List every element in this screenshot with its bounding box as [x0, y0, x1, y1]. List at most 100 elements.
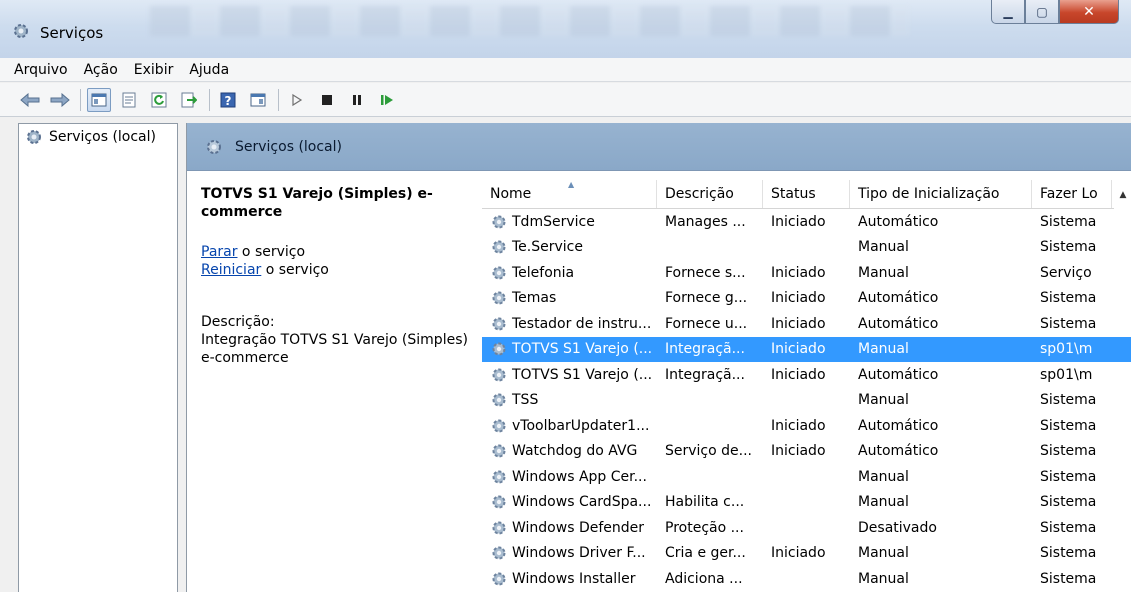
start-service-button[interactable] [285, 88, 309, 112]
show-action-pane-button[interactable] [246, 88, 270, 112]
column-header-name[interactable]: ▲ Nome [482, 180, 657, 208]
table-row[interactable]: TdmService Manages ... Iniciado Automáti… [482, 209, 1131, 235]
help-button[interactable]: ? [216, 88, 240, 112]
description-text: Integração TOTVS S1 Varejo (Simples) e-c… [201, 332, 468, 366]
table-row[interactable]: Windows Driver F... Cria e ger... Inicia… [482, 541, 1131, 567]
column-header-label: Tipo de Inicialização [858, 186, 1000, 202]
table-row[interactable]: Windows CardSpa... Habilita c... Manual … [482, 490, 1131, 516]
back-button[interactable] [18, 88, 42, 112]
service-logon-cell: Sistema [1040, 213, 1097, 230]
stop-service-button[interactable] [315, 88, 339, 112]
service-logon-cell: Sistema [1040, 468, 1097, 485]
service-startup-cell: Manual [858, 392, 909, 409]
service-description-cell: Habilita c... [665, 494, 745, 511]
window-controls: ▁ ▢ ✕ [991, 0, 1119, 40]
service-name-cell: Windows CardSpa... [482, 493, 657, 511]
table-row[interactable]: Telefonia Fornece s... Iniciado Manual S… [482, 260, 1131, 286]
service-description-cell: Proteção ... [665, 519, 744, 536]
table-row[interactable]: Testador de instru... Fornece u... Inici… [482, 311, 1131, 337]
table-row[interactable]: vToolbarUpdater1... Iniciado Automático … [482, 413, 1131, 439]
service-logon-cell: sp01\m [1040, 341, 1093, 358]
scroll-up-button[interactable]: ▲ [1114, 181, 1131, 209]
back-arrow-icon [20, 92, 40, 107]
stop-service-link[interactable]: Parar [201, 244, 237, 260]
forward-arrow-icon [50, 92, 70, 107]
table-row[interactable]: TSS Manual Sistema [482, 388, 1131, 414]
close-button[interactable]: ✕ [1059, 0, 1119, 24]
service-name-cell: Te.Service [482, 238, 657, 256]
service-name-cell: vToolbarUpdater1... [482, 417, 657, 435]
service-name: Te.Service [512, 239, 583, 256]
pause-service-button[interactable] [345, 88, 369, 112]
service-logon-cell: Sistema [1040, 570, 1097, 587]
pause-icon [353, 94, 361, 105]
toolbar-separator [80, 88, 81, 111]
service-status-cell: Iniciado [771, 315, 826, 332]
service-name: TdmService [512, 213, 595, 230]
services-gear-icon [25, 128, 43, 146]
table-row[interactable]: TOTVS S1 Varejo (... Integraçã... Inicia… [482, 362, 1131, 388]
toolbar-separator [209, 88, 210, 111]
properties-button[interactable] [117, 88, 141, 112]
description-label: Descrição: [201, 314, 275, 330]
table-row[interactable]: Windows Defender Proteção ... Desativado… [482, 515, 1131, 541]
service-name-cell: Windows Installer [482, 570, 657, 588]
column-header-startup-type[interactable]: Tipo de Inicialização [850, 180, 1032, 208]
table-row-selected[interactable]: TOTVS S1 Varejo (... Integraçã... Inicia… [482, 336, 1131, 362]
service-name-cell: Windows App Cer... [482, 468, 657, 486]
menu-arquivo[interactable]: Arquivo [14, 62, 68, 78]
service-name: Telefonia [512, 264, 575, 281]
restart-action-suffix: o serviço [261, 262, 329, 278]
service-status-cell: Iniciado [771, 213, 826, 230]
minimize-button[interactable]: ▁ [991, 0, 1025, 24]
service-gear-icon [490, 213, 508, 231]
export-list-button[interactable] [177, 88, 201, 112]
column-header-logon[interactable]: Fazer Lo [1032, 180, 1112, 208]
title-bar: Serviços ▁ ▢ ✕ [0, 0, 1131, 58]
service-startup-cell: Desativado [858, 519, 937, 536]
table-row[interactable]: Temas Fornece g... Iniciado Automático S… [482, 286, 1131, 312]
service-gear-icon [490, 264, 508, 282]
menu-acao[interactable]: Ação [84, 62, 118, 78]
service-name: TOTVS S1 Varejo (... [512, 366, 653, 383]
service-logon-cell: Serviço [1040, 264, 1092, 281]
service-startup-cell: Manual [858, 468, 909, 485]
column-header-description[interactable]: Descrição [657, 180, 763, 208]
service-gear-icon [490, 519, 508, 537]
maximize-button[interactable]: ▢ [1025, 0, 1059, 24]
service-name-cell: TOTVS S1 Varejo (... [482, 340, 657, 358]
service-status-cell: Iniciado [771, 545, 826, 562]
service-status-cell: Iniciado [771, 417, 826, 434]
service-name-cell: Testador de instru... [482, 315, 657, 333]
service-startup-cell: Automático [858, 417, 939, 434]
table-row[interactable]: Windows App Cer... Manual Sistema [482, 464, 1131, 490]
service-gear-icon [490, 442, 508, 460]
service-status-cell: Iniciado [771, 290, 826, 307]
restart-service-link[interactable]: Reiniciar [201, 262, 261, 278]
service-logon-cell: Sistema [1040, 417, 1097, 434]
window-title: Serviços [40, 24, 104, 42]
column-header-status[interactable]: Status [763, 180, 850, 208]
service-startup-cell: Automático [858, 290, 939, 307]
service-name-cell: TOTVS S1 Varejo (... [482, 366, 657, 384]
table-row[interactable]: Windows Installer Adiciona ... Manual Si… [482, 566, 1131, 592]
details-pane: Serviços (local) TOTVS S1 Varejo (Simple… [186, 123, 1131, 592]
show-console-tree-button[interactable] [87, 87, 111, 112]
tree-item-services-local[interactable]: Serviços (local) [19, 124, 177, 150]
service-name: Windows CardSpa... [512, 494, 652, 511]
forward-button[interactable] [48, 88, 72, 112]
refresh-button[interactable] [147, 88, 171, 112]
table-row[interactable]: Watchdog do AVG Serviço de... Iniciado A… [482, 439, 1131, 465]
restart-service-button[interactable] [375, 88, 399, 112]
service-description-cell: Fornece g... [665, 290, 748, 307]
service-name: Testador de instru... [512, 315, 652, 332]
list-header: ▲ Nome Descrição Status Tipo de Iniciali… [482, 171, 1131, 209]
service-startup-cell: Automático [858, 213, 939, 230]
service-name-cell: Windows Defender [482, 519, 657, 537]
table-row[interactable]: Te.Service Manual Sistema [482, 235, 1131, 261]
menu-ajuda[interactable]: Ajuda [189, 62, 229, 78]
service-name: TOTVS S1 Varejo (... [512, 341, 653, 358]
menu-exibir[interactable]: Exibir [134, 62, 174, 78]
service-name: Watchdog do AVG [512, 443, 638, 460]
restart-icon [381, 94, 393, 105]
